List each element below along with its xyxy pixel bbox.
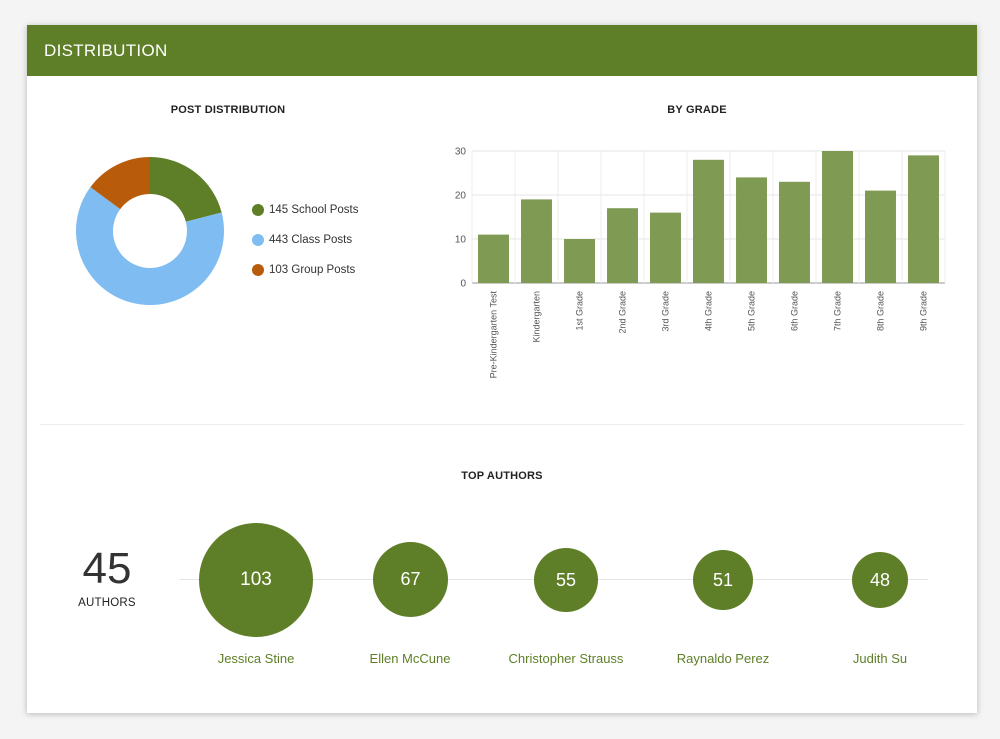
y-tick-label: 10 [455, 235, 467, 246]
y-tick-label: 0 [460, 279, 466, 290]
x-tick-label: 9th Grade [919, 291, 929, 331]
legend-label-class: 443 Class Posts [269, 234, 353, 246]
legend-item-school: 145 School Posts [252, 195, 359, 225]
author-name[interactable]: Judith Su [795, 651, 965, 666]
bar-1st-grade[interactable] [564, 239, 595, 283]
author-name[interactable]: Christopher Strauss [481, 651, 651, 666]
x-tick-label: 5th Grade [747, 291, 757, 331]
legend-dot-group [252, 264, 264, 276]
legend-dot-school [252, 204, 264, 216]
author-bubble[interactable]: 103 [199, 523, 313, 637]
legend-dot-class [252, 234, 264, 246]
author-bubble[interactable]: 67 [373, 542, 448, 617]
authors-count: 45 AUTHORS [57, 544, 157, 610]
by-grade-bar-chart: 0 10 20 30 Pre-Kindergarten Test Kindergarte… [455, 147, 946, 379]
y-tick-label: 20 [455, 191, 467, 202]
x-tick-label: 8th Grade [876, 291, 886, 331]
author-name[interactable]: Ellen McCune [325, 651, 495, 666]
y-tick-label: 30 [455, 147, 467, 158]
author-bubble[interactable]: 48 [852, 552, 908, 608]
section-divider [40, 424, 964, 425]
bar-3rd-grade[interactable] [650, 212, 681, 283]
author-bubble[interactable]: 55 [534, 548, 598, 612]
donut-legend: 145 School Posts 443 Class Posts 103 Gro… [252, 195, 359, 285]
bar-pre-kindergarten-test[interactable] [478, 234, 509, 283]
x-tick-label: 1st Grade [575, 291, 585, 331]
x-tick-label: Pre-Kindergarten Test [489, 291, 499, 379]
x-tick-label: Kindergarten [532, 291, 542, 343]
legend-label-school: 145 School Posts [269, 204, 359, 216]
x-tick-label: 7th Grade [833, 291, 843, 331]
donut-chart [75, 157, 224, 305]
bar-4th-grade[interactable] [693, 159, 724, 283]
author-name[interactable]: Raynaldo Perez [638, 651, 808, 666]
card-header: DISTRIBUTION [27, 25, 977, 76]
legend-label-group: 103 Group Posts [269, 264, 356, 276]
author-name[interactable]: Jessica Stine [171, 651, 341, 666]
x-tick-label: 6th Grade [790, 291, 800, 331]
bar-7th-grade[interactable] [822, 151, 853, 283]
bar-8th-grade[interactable] [865, 190, 896, 283]
x-tick-label: 2nd Grade [618, 291, 628, 334]
top-authors-title: TOP AUTHORS [461, 470, 543, 482]
distribution-card: DISTRIBUTION POST DISTRIBUTION 145 Schoo… [27, 25, 977, 713]
x-tick-label: 3rd Grade [661, 291, 671, 332]
authors-total-label: AUTHORS [78, 597, 136, 609]
legend-item-group: 103 Group Posts [252, 255, 359, 285]
author-bubble[interactable]: 51 [693, 550, 753, 610]
by-grade-title: BY GRADE [667, 104, 727, 116]
bar-kindergarten[interactable] [521, 199, 552, 283]
bar-9th-grade[interactable] [908, 155, 939, 283]
bar-5th-grade[interactable] [736, 177, 767, 283]
legend-item-class: 443 Class Posts [252, 225, 359, 255]
post-distribution-title: POST DISTRIBUTION [170, 104, 286, 116]
bar-6th-grade[interactable] [779, 181, 810, 283]
x-tick-label: 4th Grade [704, 291, 714, 331]
bar-2nd-grade[interactable] [607, 208, 638, 283]
authors-total-number: 45 [82, 544, 132, 593]
donut-slice-school-posts[interactable] [150, 157, 222, 222]
